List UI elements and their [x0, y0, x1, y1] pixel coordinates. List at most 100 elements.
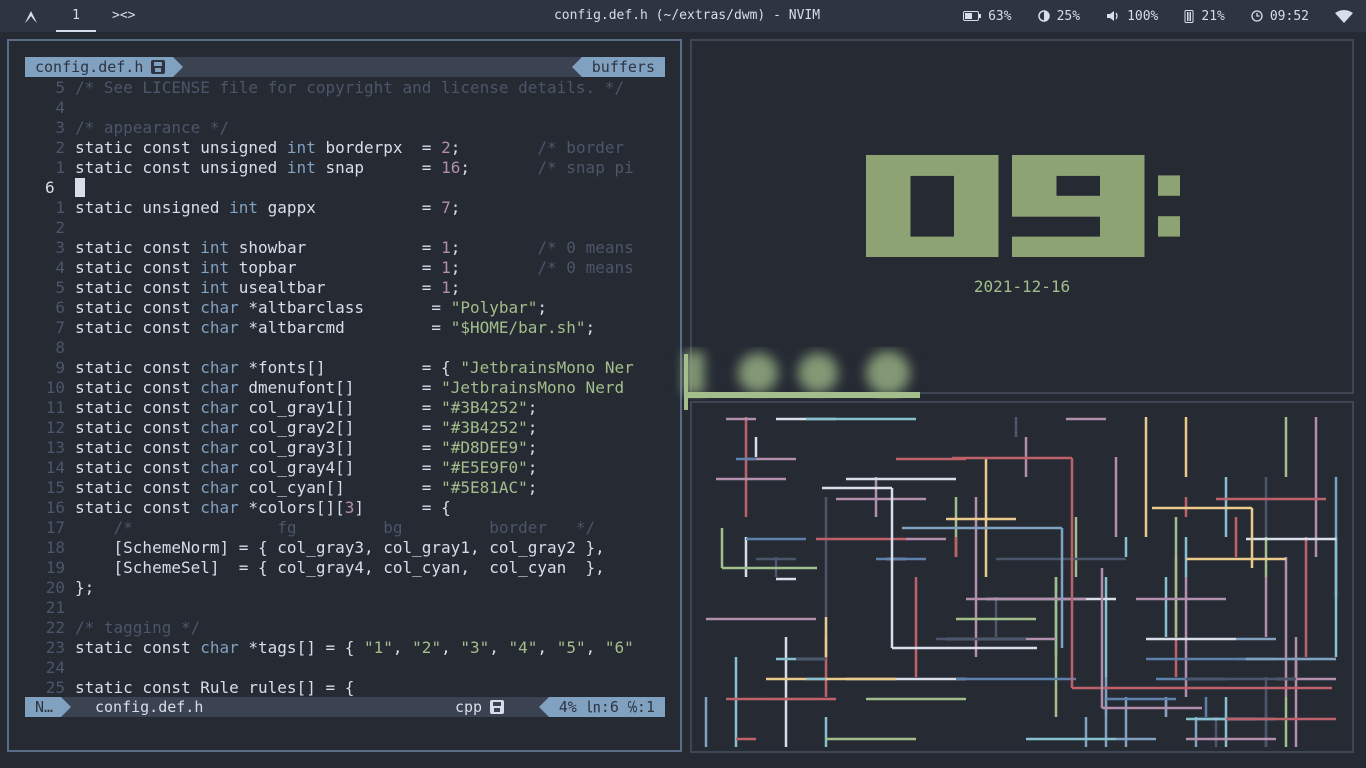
code-token: /* tagging */ — [75, 618, 201, 637]
code-token: ; — [527, 418, 538, 437]
line-text: static const char *altbarcmd = "$HOME/ba… — [75, 318, 595, 338]
code-line[interactable]: 19 [SchemeSel] = { col_gray4, col_cyan, … — [25, 558, 665, 578]
clock-digit-block — [954, 175, 999, 197]
line-number: 14 — [45, 458, 65, 477]
memory-module[interactable]: 21% — [1171, 0, 1237, 32]
code-line[interactable]: 3 static const int showbar = 1; /* 0 mean… — [25, 238, 665, 258]
code-token: col_gray4[] = — [238, 458, 442, 477]
code-line[interactable]: 9 static const char *fonts[] = { "Jetbrai… — [25, 358, 665, 378]
save-icon — [151, 60, 166, 74]
code-token: usealtbar = — [229, 278, 442, 297]
line-text: static const char *fonts[] = { "Jetbrain… — [75, 358, 634, 378]
code-line[interactable]: 3 /* appearance */ — [25, 118, 665, 138]
code-token: char — [200, 298, 239, 317]
code-line[interactable]: 1 static const unsigned int snap = 16; /*… — [25, 158, 665, 178]
code-token: 1 — [441, 278, 451, 297]
arch-icon[interactable] — [16, 8, 46, 26]
battery-module[interactable]: 63% — [950, 0, 1024, 32]
code-token: *colors[][ — [238, 498, 345, 517]
code-token: ; — [527, 458, 538, 477]
line-number: 20 — [45, 578, 65, 597]
nvim-window[interactable]: config.def.h buffers 5 /* See LICENSE fil… — [7, 39, 682, 752]
wifi-module[interactable] — [1322, 0, 1366, 32]
clock-digit-block — [1056, 236, 1101, 257]
code-line[interactable]: 7 static const char *altbarcmd = "$HOME/b… — [25, 318, 665, 338]
code-line[interactable]: 10 static const char dmenufont[] = "Jetbr… — [25, 378, 665, 398]
line-number: 12 — [45, 418, 65, 437]
line-text: /* fg bg border */ — [75, 518, 596, 538]
code-line[interactable]: 4 static const int topbar = 1; /* 0 means — [25, 258, 665, 278]
buffer-tab[interactable]: config.def.h — [25, 57, 184, 77]
code-token: ; — [450, 258, 538, 277]
code-token: , — [489, 638, 509, 657]
code-token: char — [200, 378, 239, 397]
code-line[interactable]: 5 static const int usealtbar = 1; — [25, 278, 665, 298]
line-number: 9 — [55, 358, 65, 377]
code-token: ; — [585, 318, 596, 337]
line-number: 5 — [55, 78, 65, 97]
line-number: 24 — [45, 658, 65, 677]
code-line[interactable]: 17 /* fg bg border */ — [25, 518, 665, 538]
code-line[interactable]: 12 static const char col_gray2[] = "#3B42… — [25, 418, 665, 438]
code-line[interactable]: 23 static const char *tags[] = { "1", "2"… — [25, 638, 665, 658]
volume-module[interactable]: 100% — [1093, 0, 1171, 32]
line-number: 13 — [45, 438, 65, 457]
code-line[interactable]: 14 static const char col_gray4[] = "#E5E9… — [25, 458, 665, 478]
code-token: *altbarcmd = — [238, 318, 451, 337]
line-number: 7 — [55, 318, 65, 337]
code-token: gappx = — [258, 198, 442, 217]
code-line[interactable]: 16 static const char *colors[][3] = { — [25, 498, 665, 518]
code-token: , — [392, 638, 413, 657]
code-token: char — [200, 498, 239, 517]
line-number: 10 — [45, 378, 65, 397]
code-line[interactable]: 21 — [25, 598, 665, 618]
clock-icon — [1251, 10, 1263, 22]
top-bar: 1 ><> config.def.h (~/extras/dwm) - NVIM… — [0, 0, 1366, 32]
code-line[interactable]: 11 static const char col_gray1[] = "#3B42… — [25, 398, 665, 418]
code-line[interactable]: 8 — [25, 338, 665, 358]
code-line[interactable]: 4 — [25, 98, 665, 118]
layout-indicator[interactable]: ><> — [112, 0, 135, 32]
code-line[interactable]: 2 — [25, 218, 665, 238]
code-line[interactable]: 1 static unsigned int gappx = 7; — [25, 198, 665, 218]
code-token: "#E5E9F0" — [441, 458, 528, 477]
code-token: col_gray1[] = — [238, 398, 442, 417]
line-text: static const char col_gray4[] = "#E5E9F0… — [75, 458, 537, 478]
code-line[interactable]: 22 /* tagging */ — [25, 618, 665, 638]
code-token: static const — [75, 418, 201, 437]
code-line[interactable]: 2 static const unsigned int borderpx = 2;… — [25, 138, 665, 158]
code-token: ; — [537, 298, 548, 317]
code-token: ; — [450, 238, 538, 257]
statusline-filename: config.def.h — [95, 698, 204, 716]
memory-icon — [1184, 9, 1194, 23]
code-line[interactable]: 5 /* See LICENSE file for copyright and l… — [25, 78, 665, 98]
workspace-tag-1[interactable]: 1 — [56, 0, 96, 32]
cursor-position: 4% ㏑:6 ℅:1 — [538, 697, 665, 717]
code-area[interactable]: 5 /* See LICENSE file for copyright and l… — [25, 78, 665, 698]
line-number: 4 — [55, 258, 65, 277]
line-text: static const unsigned int snap = 16; /* … — [75, 158, 634, 178]
tty-clock-window[interactable]: 2021-12-16 — [690, 39, 1354, 394]
code-line[interactable]: 20}; — [25, 578, 665, 598]
brightness-module[interactable]: 25% — [1025, 0, 1093, 32]
code-token: static const — [75, 478, 201, 497]
line-text — [75, 178, 85, 198]
code-line[interactable]: 25 static const Rule rules[] = { — [25, 678, 665, 698]
pipes-animation — [704, 417, 1338, 747]
line-text: static const char col_gray2[] = "#3B4252… — [75, 418, 537, 438]
pipes-window[interactable] — [690, 401, 1354, 753]
code-line[interactable]: 18 [SchemeNorm] = { col_gray3, col_gray1… — [25, 538, 665, 558]
code-line[interactable]: 6 — [25, 178, 665, 198]
line-text: [SchemeSel] = { col_gray4, col_cyan, col… — [75, 558, 605, 578]
code-token: showbar = — [229, 238, 442, 257]
code-line[interactable]: 6 static const char *altbarclass = "Polyb… — [25, 298, 665, 318]
battery-value: 63% — [988, 8, 1012, 24]
code-line[interactable]: 24 — [25, 658, 665, 678]
buffers-label[interactable]: buffers — [571, 57, 665, 77]
line-number: 5 — [55, 278, 65, 297]
code-token: static const — [75, 458, 201, 477]
code-token: "#3B4252" — [441, 418, 528, 437]
clock-module[interactable]: 09:52 — [1238, 0, 1322, 32]
code-line[interactable]: 15 static const char col_cyan[] = "#5E81A… — [25, 478, 665, 498]
code-line[interactable]: 13 static const char col_gray3[] = "#D8DE… — [25, 438, 665, 458]
